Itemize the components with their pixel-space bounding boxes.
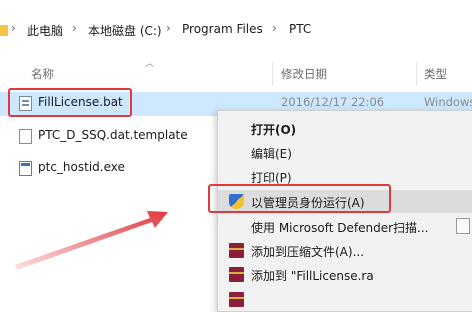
document-icon	[19, 129, 32, 144]
context-menu: 打开(O) 编辑(E) 打印(P) 以管理员身份运行(A) 使用 Microso…	[217, 110, 472, 312]
menu-item-label: 打印(P)	[251, 171, 292, 185]
file-name: ptc_hostid.exe	[38, 160, 125, 174]
menu-item-add-to-rar[interactable]: 添加到 "FillLicense.ra	[218, 263, 472, 286]
breadcrumb-this-pc[interactable]: 此电脑	[27, 22, 63, 39]
menu-item-edit[interactable]: 编辑(E)	[218, 141, 472, 164]
menu-item-label: 以管理员身份运行(A)	[251, 196, 365, 210]
menu-item-print[interactable]: 打印(P)	[218, 165, 472, 188]
menu-item-add-to-archive[interactable]: 添加到压缩文件(A)...	[218, 239, 472, 262]
menu-item-label: 添加到 "FillLicense.ra	[251, 269, 374, 283]
shield-icon	[229, 194, 244, 209]
menu-item-partial[interactable]	[218, 288, 472, 311]
breadcrumb-separator: ›	[72, 21, 77, 35]
exe-icon	[19, 161, 32, 176]
defender-icon	[456, 218, 470, 234]
breadcrumb-separator: ›	[11, 21, 16, 35]
menu-item-label: 使用 Microsoft Defender扫描...	[251, 221, 429, 235]
file-name: FillLicense.bat	[38, 95, 123, 109]
file-type: Windows	[424, 95, 472, 109]
breadcrumb-ptc[interactable]: PTC	[289, 22, 311, 36]
menu-item-defender-scan[interactable]: 使用 Microsoft Defender扫描...	[218, 215, 472, 238]
column-divider[interactable]	[272, 62, 273, 86]
address-bar[interactable]: › 此电脑 › 本地磁盘 (C:) › Program Files › PTC	[0, 0, 472, 62]
column-header: 名称 修改日期 类型	[0, 62, 472, 86]
column-name[interactable]: 名称	[31, 66, 54, 82]
file-date: 2016/12/17 22:06	[281, 95, 385, 109]
menu-item-open[interactable]: 打开(O)	[218, 117, 472, 140]
winrar-icon	[229, 292, 244, 307]
column-type[interactable]: 类型	[424, 66, 447, 82]
menu-item-run-as-admin[interactable]: 以管理员身份运行(A)	[218, 190, 472, 213]
menu-item-label: 添加到压缩文件(A)...	[251, 245, 365, 259]
breadcrumb-local-disk[interactable]: 本地磁盘 (C:)	[88, 22, 162, 39]
folder-icon	[0, 25, 8, 36]
file-name: PTC_D_SSQ.dat.template	[38, 128, 188, 142]
winrar-icon	[229, 267, 244, 282]
breadcrumb-program-files[interactable]: Program Files	[182, 22, 263, 36]
menu-item-label: 编辑(E)	[251, 147, 292, 161]
menu-item-label: 打开(O)	[251, 123, 297, 137]
bat-file-icon	[19, 96, 32, 111]
column-date[interactable]: 修改日期	[281, 66, 327, 82]
column-divider[interactable]	[416, 62, 417, 86]
winrar-icon	[229, 243, 244, 258]
breadcrumb-separator: ›	[272, 21, 277, 35]
breadcrumb-separator: ›	[166, 21, 171, 35]
